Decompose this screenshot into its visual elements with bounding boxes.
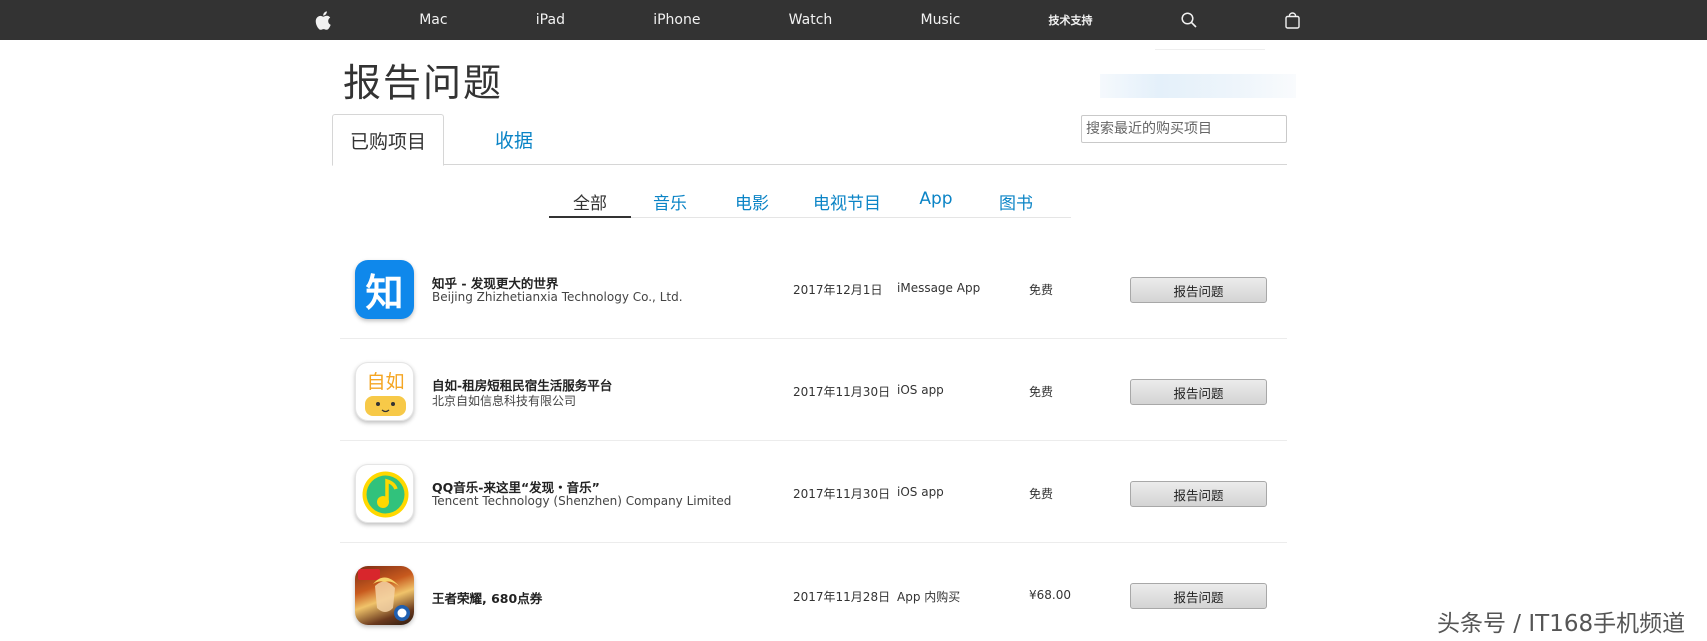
purchase-type: iMessage App — [897, 281, 981, 295]
redacted-account-info — [1100, 74, 1296, 98]
purchase-row: 知 知乎 - 发现更大的世界 Beijing Zhizhetianxia Tec… — [340, 237, 1287, 339]
search-icon[interactable] — [1181, 0, 1197, 40]
purchase-row: 自如 自如-租房短租民宿生活服务平台 北京自如信息科技有限公司 2017年11月… — [340, 339, 1287, 441]
tab-purchased[interactable]: 已购项目 — [332, 114, 444, 166]
filter-all[interactable]: 全部 — [549, 187, 631, 218]
purchase-row: QQ音乐-来这里“发现・音乐” Tencent Technology (Shen… — [340, 441, 1287, 543]
app-developer: Beijing Zhizhetianxia Technology Co., Lt… — [432, 290, 683, 304]
tab-receipts[interactable]: 收据 — [444, 114, 584, 165]
nav-mac[interactable]: Mac — [419, 0, 447, 40]
app-name: 王者荣耀, 680点券 — [432, 591, 543, 606]
redacted-account-line — [1155, 49, 1265, 50]
purchase-date: 2017年11月30日 — [793, 487, 891, 501]
filter-books[interactable]: 图书 — [991, 187, 1041, 218]
purchase-type: iOS app — [897, 383, 944, 397]
filter-movies[interactable]: 电影 — [727, 187, 777, 218]
filter-app[interactable]: App — [911, 187, 961, 218]
purchase-price: ¥68.00 — [1029, 588, 1071, 602]
purchase-row: 王者荣耀, 680点券 2017年11月28日 App 内购买 ¥68.00 报… — [340, 543, 1287, 641]
purchase-price: 免费 — [1029, 283, 1054, 297]
global-nav: Mac iPad iPhone Watch Music 技术支持 — [0, 0, 1707, 40]
qq-music-app-icon — [355, 464, 414, 523]
purchase-date: 2017年12月1日 — [793, 283, 883, 297]
shopping-bag-icon[interactable] — [1285, 0, 1300, 40]
search-input[interactable] — [1081, 115, 1287, 143]
app-developer: Tencent Technology (Shenzhen) Company Li… — [432, 494, 732, 508]
purchase-date: 2017年11月28日 — [793, 590, 891, 604]
page-title: 报告问题 — [343, 61, 504, 105]
purchase-type: iOS app — [897, 485, 944, 499]
filter-tv[interactable]: 电视节目 — [807, 187, 887, 218]
report-problem-button[interactable]: 报告问题 — [1130, 277, 1267, 303]
purchase-price: 免费 — [1029, 487, 1054, 501]
filter-music[interactable]: 音乐 — [645, 187, 695, 218]
purchase-type: App 内购买 — [897, 590, 961, 604]
apple-logo-icon[interactable] — [315, 0, 331, 40]
category-filter: 全部 音乐 电影 电视节目 App 图书 — [549, 187, 1071, 218]
app-developer: 北京自如信息科技有限公司 — [432, 394, 577, 408]
purchase-price: 免费 — [1029, 385, 1054, 399]
nav-iphone[interactable]: iPhone — [653, 0, 700, 40]
honor-of-kings-app-icon — [355, 566, 414, 625]
nav-support[interactable]: 技术支持 — [1049, 0, 1093, 40]
report-problem-button[interactable]: 报告问题 — [1130, 583, 1267, 609]
purchase-date: 2017年11月30日 — [793, 385, 891, 399]
nav-ipad[interactable]: iPad — [536, 0, 565, 40]
zhihu-app-icon: 知 — [355, 260, 414, 319]
report-problem-button[interactable]: 报告问题 — [1130, 481, 1267, 507]
nav-music[interactable]: Music — [920, 0, 960, 40]
nav-watch[interactable]: Watch — [789, 0, 833, 40]
report-problem-button[interactable]: 报告问题 — [1130, 379, 1267, 405]
ziroom-app-icon: 自如 — [355, 362, 414, 421]
ziroom-logo-text: 自如 — [366, 371, 404, 393]
watermark: 头条号 / IT168手机频道 — [1437, 611, 1686, 637]
global-nav-items: Mac iPad iPhone Watch Music 技术支持 — [315, 0, 1300, 40]
